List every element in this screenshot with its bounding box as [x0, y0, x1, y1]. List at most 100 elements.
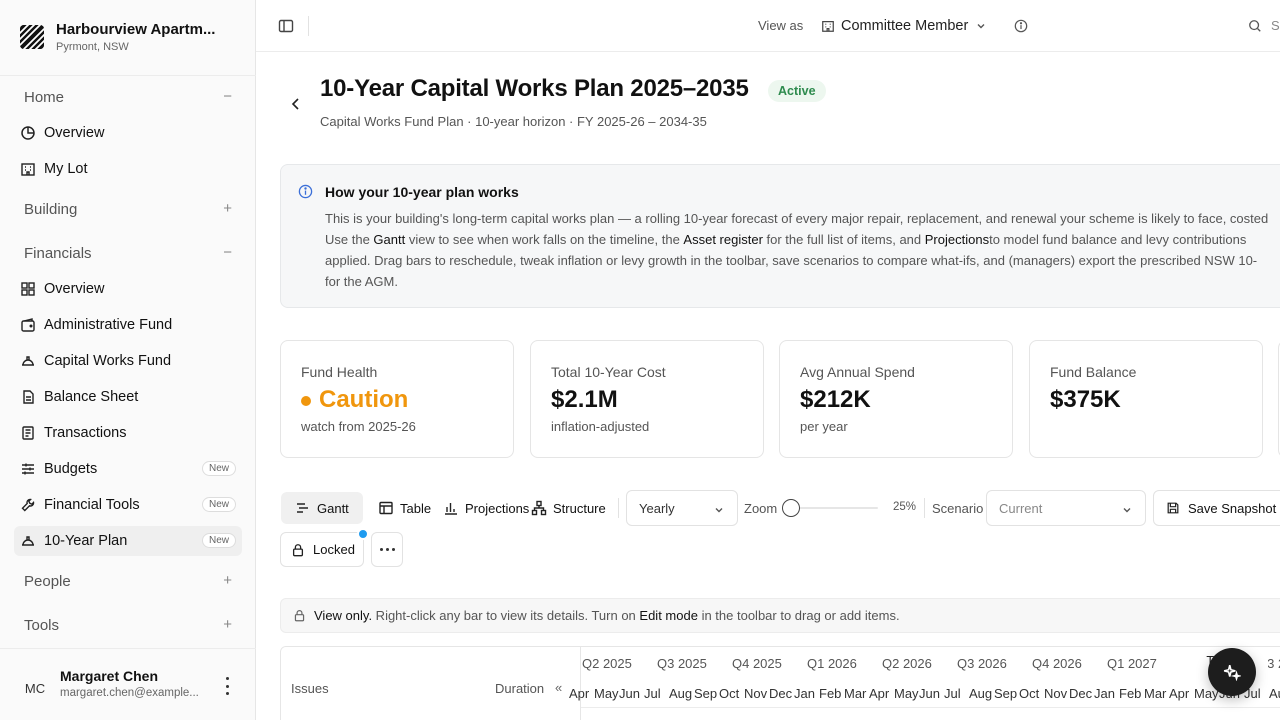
search-icon[interactable] — [1248, 19, 1262, 38]
month-label: Feb — [819, 686, 842, 701]
stat-label: Total 10-Year Cost — [551, 364, 666, 380]
hierarchy-icon — [531, 500, 547, 516]
org-location: Pyrmont, NSW — [56, 41, 129, 53]
tab-projections[interactable]: Projections — [443, 492, 529, 524]
sidebar-item-financial-overview[interactable]: Overview — [14, 274, 242, 304]
banner-strong: View only. — [314, 608, 373, 623]
org-switcher[interactable]: Harbourview Apartm... Pyrmont, NSW — [0, 0, 256, 76]
asset-register-link[interactable]: Asset register — [683, 232, 762, 247]
view-only-banner: View only. Right-click any bar to view i… — [280, 598, 1280, 633]
stat-card-avg-spend: Avg Annual Spend $212K per year — [779, 340, 1013, 458]
divider — [308, 16, 309, 36]
month-label: Oct — [719, 686, 740, 701]
chevron-down-icon — [713, 504, 725, 519]
back-arrow-icon[interactable] — [288, 96, 304, 112]
zoom-slider-track[interactable] — [790, 507, 878, 509]
nav-group-building[interactable]: Building + — [14, 194, 242, 224]
quarter-label: Q1 2026 — [807, 656, 857, 671]
grid-icon — [20, 281, 36, 297]
sidebar-item-balance-sheet[interactable]: Balance Sheet — [14, 382, 242, 412]
sidebar-item-administrative-fund[interactable]: Administrative Fund — [14, 310, 242, 340]
info-icon[interactable] — [1014, 19, 1028, 38]
sidebar-item-label: Financial Tools — [44, 497, 140, 513]
month-label: Sep — [994, 686, 1018, 701]
column-header-issues[interactable]: Issues — [291, 681, 329, 696]
collapse-panel-icon[interactable]: « — [555, 680, 562, 695]
user-name: Margaret Chen — [60, 668, 159, 684]
projections-link[interactable]: Projections — [925, 232, 989, 247]
edit-mode-link[interactable]: Edit mode — [639, 608, 698, 623]
locked-toggle-button[interactable]: Locked — [280, 532, 364, 567]
user-profile[interactable]: MC Margaret Chen margaret.chen@example..… — [0, 648, 256, 720]
sidebar-item-label: Administrative Fund — [44, 317, 173, 333]
nav-group-label: Tools — [24, 616, 60, 634]
collapse-icon: − — [223, 88, 232, 105]
quarter-label: Q2 2026 — [882, 656, 932, 671]
zoom-slider-thumb[interactable] — [782, 499, 800, 517]
period-value: Yearly — [639, 500, 675, 516]
nav-group-financials[interactable]: Financials − — [14, 238, 242, 268]
search-placeholder[interactable]: S — [1271, 18, 1280, 33]
month-label: Dec — [1069, 686, 1093, 701]
more-vertical-icon[interactable] — [220, 677, 234, 695]
month-label: Jun — [619, 686, 640, 701]
wallet-icon — [20, 317, 36, 333]
month-label: Nov — [1044, 686, 1068, 701]
scenario-select[interactable]: Current — [986, 490, 1146, 526]
quarter-label: Q2 2025 — [582, 656, 632, 671]
zoom-label: Zoom — [744, 501, 778, 516]
view-as-select[interactable]: Committee Member — [813, 12, 997, 40]
new-badge: New — [201, 497, 236, 512]
tab-structure[interactable]: Structure — [531, 492, 606, 524]
status-badge: Active — [768, 80, 826, 102]
sidebar-item-financial-tools[interactable]: Financial Tools New — [14, 490, 242, 520]
quarter-label: Q4 2026 — [1032, 656, 1082, 671]
month-label: Oct — [1019, 686, 1040, 701]
hardhat-icon — [20, 533, 36, 549]
month-label: Mar — [844, 686, 867, 701]
stat-note: per year — [800, 419, 848, 434]
column-header-duration[interactable]: Duration — [495, 681, 544, 696]
sidebar-item-transactions[interactable]: Transactions — [14, 418, 242, 448]
sidebar-item-10-year-plan[interactable]: 10-Year Plan New — [14, 526, 242, 556]
quarter-label: Q4 2025 — [732, 656, 782, 671]
gantt-link[interactable]: Gantt — [373, 232, 405, 247]
month-label: Sep — [694, 686, 718, 701]
save-snapshot-button[interactable]: Save Snapshot — [1153, 490, 1280, 526]
nav-group-tools[interactable]: Tools + — [14, 610, 242, 640]
document-icon — [20, 389, 36, 405]
view-as-value: Committee Member — [841, 18, 969, 34]
sidebar-item-label: Capital Works Fund — [44, 353, 172, 369]
lock-icon — [293, 609, 306, 622]
sidebar-item-budgets[interactable]: Budgets New — [14, 454, 242, 484]
nav-group-people[interactable]: People + — [14, 566, 242, 596]
quarter-label: Q3 2025 — [657, 656, 707, 671]
month-label: Jul — [944, 686, 961, 701]
month-label: May — [594, 686, 619, 701]
sidebar-item-my-lot[interactable]: My Lot — [14, 154, 242, 184]
more-options-button[interactable] — [371, 532, 403, 567]
ai-assistant-button[interactable] — [1208, 648, 1256, 696]
page-title: 10-Year Capital Works Plan 2025–2035 — [320, 75, 749, 102]
sidebar-toggle-icon[interactable] — [278, 18, 294, 34]
tab-table[interactable]: Table — [378, 492, 431, 524]
sidebar-item-label: Budgets — [44, 461, 98, 477]
nav-group-home[interactable]: Home − — [14, 82, 242, 112]
stat-value: $212K — [800, 386, 871, 413]
app: Harbourview Apartm... Pyrmont, NSW Home … — [0, 0, 1280, 720]
gantt-timeline[interactable]: AugJulJunMayAprMarFebJanDecNovOctSepAugJ… — [569, 647, 1280, 720]
stat-label: Fund Balance — [1050, 364, 1137, 380]
user-email: margaret.chen@example... — [60, 687, 199, 699]
sidebar-item-overview[interactable]: Overview — [14, 118, 242, 148]
info-text-line: Use the Gantt view to see when work fall… — [325, 232, 1247, 247]
expand-icon: + — [223, 200, 232, 217]
banner-text: in the toolbar to drag or add items. — [697, 608, 900, 623]
period-select[interactable]: Yearly — [626, 490, 738, 526]
month-label: Apr — [869, 686, 890, 701]
nav-group-label: Building — [24, 200, 78, 218]
divider — [924, 498, 925, 518]
tab-gantt[interactable]: Gantt — [281, 492, 363, 524]
info-icon — [298, 184, 313, 204]
button-label: Locked — [313, 542, 355, 557]
sidebar-item-capital-works-fund[interactable]: Capital Works Fund — [14, 346, 242, 376]
